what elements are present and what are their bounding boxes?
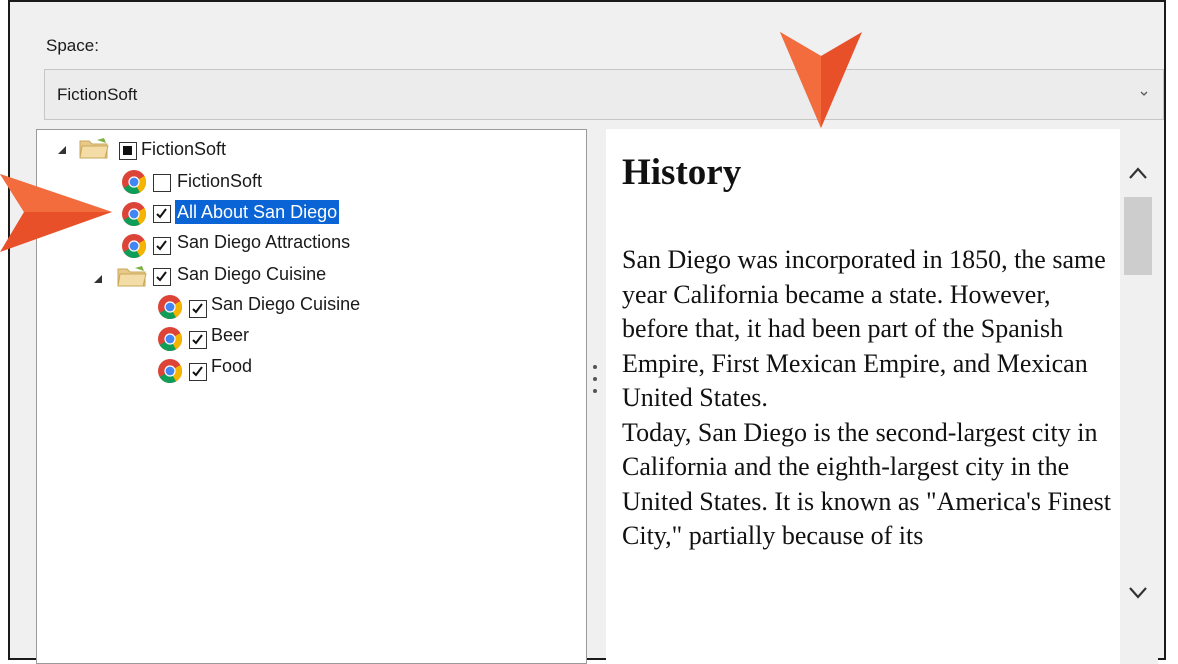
- space-dropdown[interactable]: FictionSoft: [44, 69, 1164, 120]
- callout-arrow-icon: [780, 32, 862, 128]
- subfolder-checkbox[interactable]: [153, 268, 171, 286]
- item-checkbox[interactable]: [189, 300, 207, 318]
- chrome-icon: [158, 359, 183, 384]
- splitter-handle[interactable]: [592, 365, 598, 397]
- chrome-icon: [158, 327, 183, 352]
- expanded-arrow-icon[interactable]: [93, 274, 103, 284]
- topic-tree[interactable]: FictionSoft FictionSoft All About San Di…: [36, 129, 587, 664]
- scroll-up-icon[interactable]: [1127, 165, 1149, 181]
- item-checkbox[interactable]: [153, 205, 171, 223]
- tree-node-label: San Diego Cuisine: [211, 294, 361, 314]
- tree-node-root[interactable]: FictionSoft: [53, 134, 353, 162]
- tree-node-subfolder[interactable]: San Diego Cuisine: [89, 261, 429, 289]
- preview-paragraph: San Diego was incorporated in 1850, the …: [622, 245, 1106, 412]
- tree-node-label: Food: [211, 356, 253, 376]
- checkmark-icon: [156, 271, 167, 282]
- tree-node-item[interactable]: Food: [157, 356, 357, 384]
- item-checkbox[interactable]: [189, 331, 207, 349]
- checkmark-icon: [192, 366, 203, 377]
- scroll-down-icon[interactable]: [1127, 585, 1149, 601]
- folder-icon: [117, 266, 147, 287]
- chrome-icon: [122, 202, 147, 227]
- preview-pane: History San Diego was incorporated in 18…: [606, 129, 1120, 664]
- tree-node-label: FictionSoft: [141, 139, 227, 159]
- scroll-thumb[interactable]: [1124, 197, 1152, 275]
- preview-scrollbar[interactable]: [1120, 129, 1158, 664]
- tree-node-label: Beer: [211, 325, 250, 345]
- item-checkbox[interactable]: [153, 174, 171, 192]
- checkmark-icon: [156, 208, 167, 219]
- preview-body: San Diego was incorporated in 1850, the …: [622, 243, 1112, 554]
- preview-title: History: [622, 152, 742, 193]
- tree-node-item[interactable]: FictionSoft: [121, 167, 421, 195]
- space-dropdown-value: FictionSoft: [57, 85, 138, 104]
- checkmark-icon: [192, 303, 203, 314]
- folder-icon: [79, 138, 109, 159]
- chrome-icon: [122, 170, 147, 195]
- expanded-arrow-icon[interactable]: [57, 145, 67, 155]
- item-checkbox[interactable]: [189, 363, 207, 381]
- tree-node-item[interactable]: Beer: [157, 324, 357, 352]
- item-checkbox[interactable]: [153, 237, 171, 255]
- chrome-icon: [158, 295, 183, 320]
- root-checkbox[interactable]: [119, 142, 137, 160]
- space-label: Space:: [46, 36, 99, 55]
- chevron-down-icon: [1140, 91, 1148, 96]
- tree-node-item-selected[interactable]: All About San Diego: [121, 199, 441, 227]
- checkmark-icon: [156, 240, 167, 251]
- tree-node-label: San Diego Attractions: [177, 232, 351, 252]
- tree-node-item[interactable]: San Diego Attractions: [121, 231, 441, 259]
- checkmark-icon: [192, 334, 203, 345]
- tree-node-label: FictionSoft: [177, 171, 263, 191]
- tree-node-label: San Diego Cuisine: [177, 264, 327, 284]
- tree-node-item[interactable]: San Diego Cuisine: [157, 292, 477, 320]
- tree-node-label: All About San Diego: [175, 200, 340, 224]
- preview-paragraph: Today, San Diego is the second-largest c…: [622, 417, 1112, 551]
- callout-arrow-icon: [0, 174, 112, 252]
- chrome-icon: [122, 234, 147, 259]
